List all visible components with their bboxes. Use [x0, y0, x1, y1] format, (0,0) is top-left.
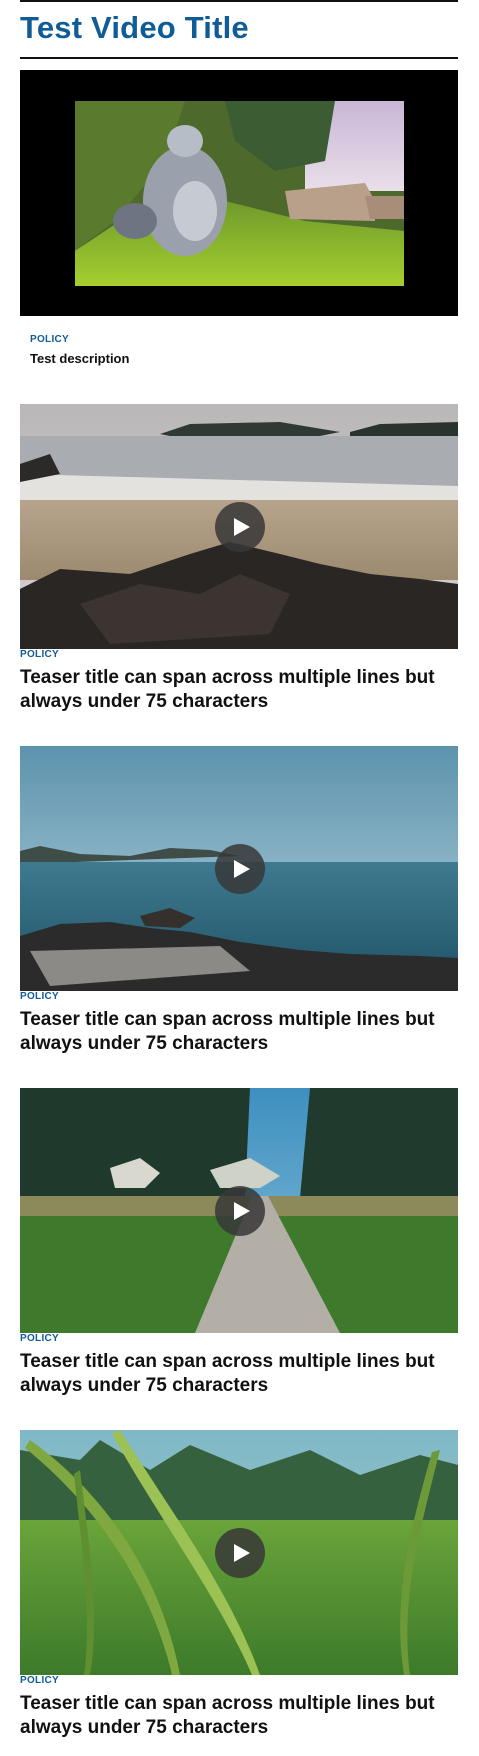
- teaser-image[interactable]: [20, 1088, 458, 1333]
- video-category[interactable]: POLICY: [30, 333, 129, 346]
- play-icon: [234, 518, 250, 536]
- teaser-title[interactable]: Teaser title can span across multiple li…: [20, 1008, 458, 1056]
- video-description: Test description: [30, 351, 130, 366]
- teaser-image[interactable]: [20, 1430, 458, 1675]
- teaser-title[interactable]: Teaser title can span across multiple li…: [20, 1692, 458, 1740]
- teaser-card[interactable]: POLICY Teaser title can span across mult…: [20, 1088, 458, 1398]
- page: Test Video Title POLICY Test description…: [0, 0, 479, 1756]
- play-icon: [234, 1544, 250, 1562]
- play-button[interactable]: [215, 1186, 265, 1236]
- teaser-category[interactable]: POLICY: [20, 1675, 458, 1687]
- teaser-title[interactable]: Teaser title can span across multiple li…: [20, 666, 458, 714]
- teaser-category[interactable]: POLICY: [20, 649, 458, 661]
- video-player[interactable]: [20, 70, 458, 316]
- play-button[interactable]: [215, 502, 265, 552]
- play-icon: [234, 1202, 250, 1220]
- title-divider: [20, 57, 458, 59]
- video-thumbnail[interactable]: [75, 101, 404, 286]
- teaser-category[interactable]: POLICY: [20, 991, 458, 1003]
- play-button[interactable]: [215, 1528, 265, 1578]
- video-caption: POLICY Test description: [30, 333, 129, 367]
- page-title: Test Video Title: [20, 10, 249, 45]
- play-icon: [234, 860, 250, 878]
- teaser-card[interactable]: POLICY Teaser title can span across mult…: [20, 1430, 458, 1740]
- teaser-category[interactable]: POLICY: [20, 1333, 458, 1345]
- teaser-card[interactable]: POLICY Teaser title can span across mult…: [20, 746, 458, 1056]
- teaser-title[interactable]: Teaser title can span across multiple li…: [20, 1350, 458, 1398]
- teaser-image[interactable]: [20, 404, 458, 649]
- top-divider: [20, 0, 458, 2]
- play-button[interactable]: [215, 844, 265, 894]
- teaser-image[interactable]: [20, 746, 458, 991]
- teaser-card[interactable]: POLICY Teaser title can span across mult…: [20, 404, 458, 714]
